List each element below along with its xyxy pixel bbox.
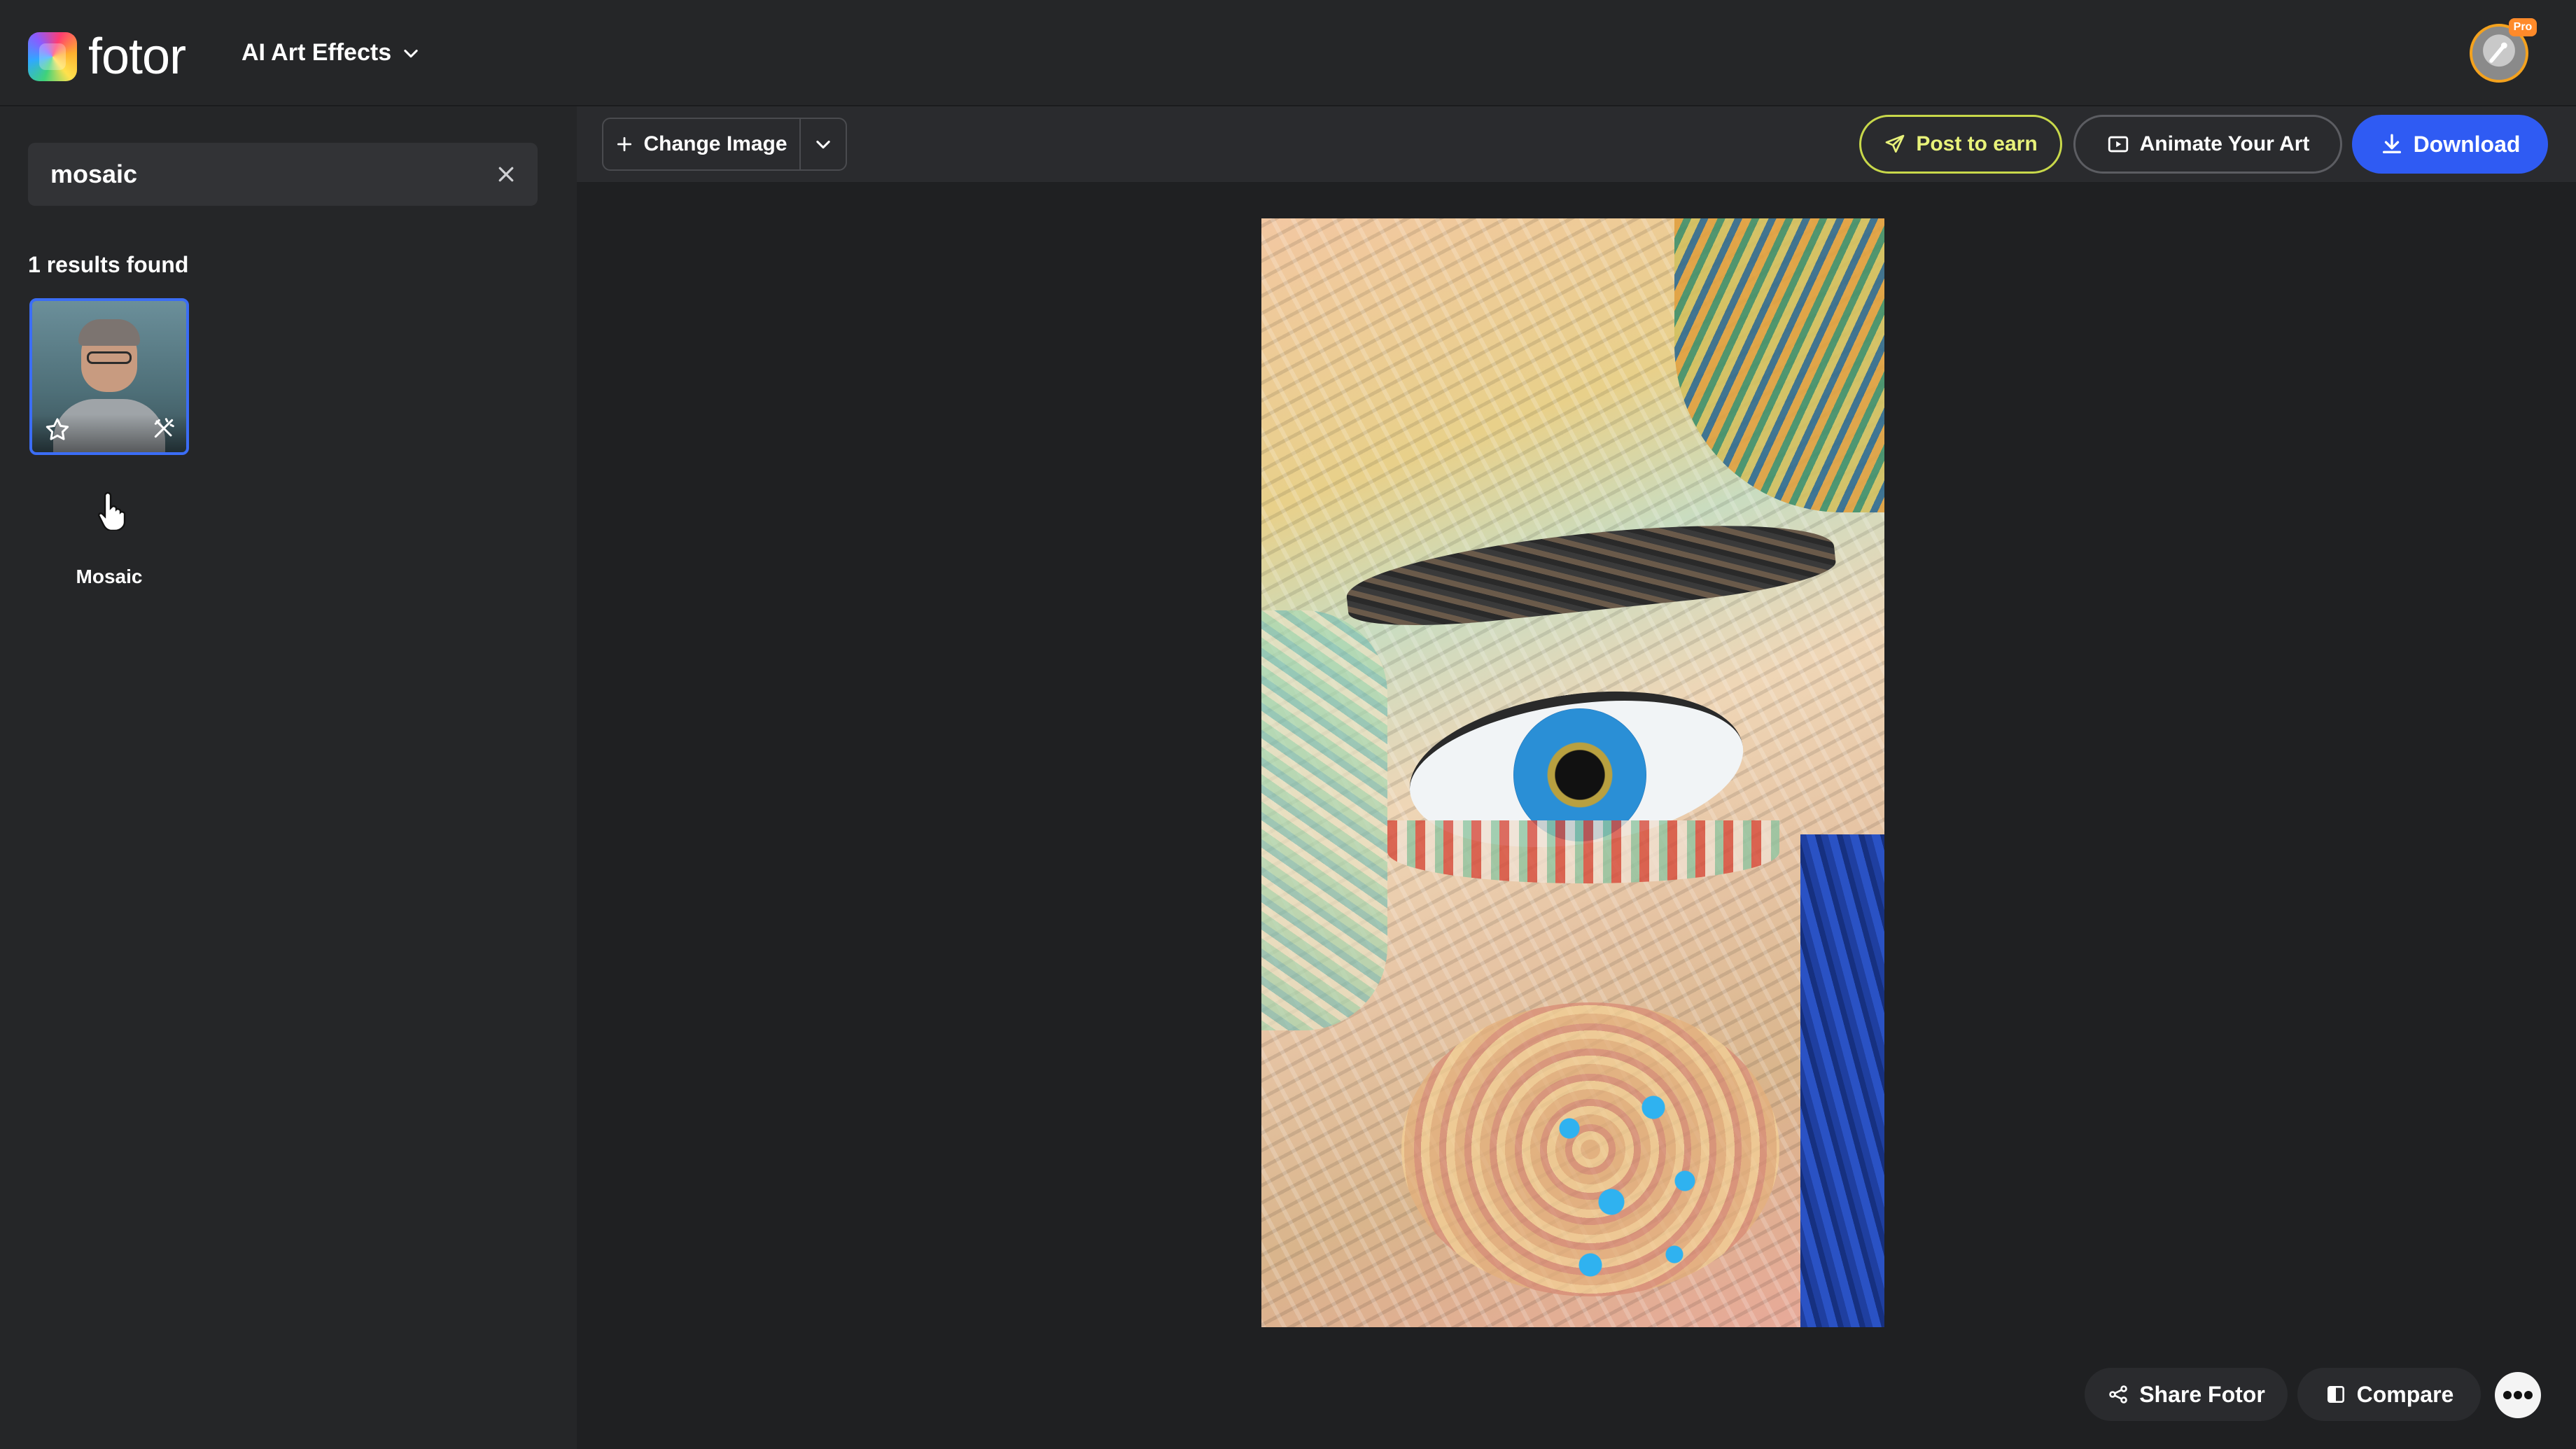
close-icon[interactable] — [496, 164, 517, 185]
artwork-eyebrow — [1343, 507, 1838, 636]
artwork-hair-region — [1674, 218, 1884, 512]
fotor-logo-icon — [28, 32, 77, 81]
more-dots-icon — [2503, 1391, 2533, 1399]
download-icon — [2382, 134, 2401, 154]
results-count: 1 results found — [28, 252, 189, 277]
effect-label-mosaic: Mosaic — [76, 566, 143, 587]
share-fotor-label: Share Fotor — [2139, 1381, 2265, 1407]
compare-label: Compare — [2356, 1381, 2454, 1407]
canvas-area: Share Fotor Compare — [577, 182, 2576, 1449]
pro-badge: Pro — [2509, 18, 2537, 36]
compare-button[interactable]: Compare — [2297, 1368, 2481, 1421]
download-button[interactable]: Download — [2352, 115, 2548, 174]
change-image-dropdown[interactable] — [799, 118, 847, 171]
effects-sidebar: 1 results found Mosaic — [0, 106, 577, 1449]
effect-thumbnail-mosaic[interactable] — [29, 298, 189, 455]
change-image-button[interactable]: Change Image — [602, 118, 801, 171]
thumbnail-image-glasses — [87, 351, 132, 364]
animate-your-art-label: Animate Your Art — [2139, 132, 2310, 155]
top-bar: fotor AI Art Effects Pro — [0, 0, 2576, 106]
star-icon[interactable] — [43, 416, 71, 444]
hand-cursor-icon — [98, 491, 126, 531]
post-to-earn-button[interactable]: Post to earn — [1859, 115, 2062, 174]
thumbnail-image-hair — [78, 319, 140, 346]
artwork-left-region — [1261, 610, 1387, 1030]
plus-icon — [617, 136, 632, 152]
animate-your-art-button[interactable]: Animate Your Art — [2073, 115, 2342, 174]
editor-toolbar: Change Image Post to earn Animate Your A… — [577, 106, 2576, 182]
search-box — [28, 143, 538, 206]
brand-name: fotor — [88, 29, 186, 85]
post-to-earn-label: Post to earn — [1916, 132, 2038, 155]
mosaic-artwork-preview — [1261, 218, 1884, 1327]
change-image-label: Change Image — [643, 132, 788, 155]
download-label: Download — [2413, 131, 2521, 157]
compare-icon — [2327, 1386, 2344, 1403]
search-input[interactable] — [49, 159, 496, 190]
chevron-down-icon — [816, 140, 830, 149]
fotor-logo[interactable]: fotor — [28, 28, 186, 85]
artwork-lower-lid — [1387, 820, 1779, 883]
menu-label: AI Art Effects — [241, 39, 392, 66]
chevron-down-icon — [404, 49, 418, 57]
more-options-button[interactable] — [2495, 1372, 2541, 1418]
magic-wand-icon[interactable] — [150, 414, 178, 442]
ai-art-effects-menu[interactable]: AI Art Effects — [241, 39, 421, 66]
share-icon — [2109, 1385, 2128, 1404]
user-icon — [2489, 42, 2507, 63]
send-icon — [1885, 134, 1905, 153]
video-icon — [2108, 136, 2128, 153]
artwork-blue-edge — [1800, 834, 1884, 1327]
artwork-blue-tiles — [1527, 1086, 1737, 1296]
share-fotor-button[interactable]: Share Fotor — [2085, 1368, 2288, 1421]
